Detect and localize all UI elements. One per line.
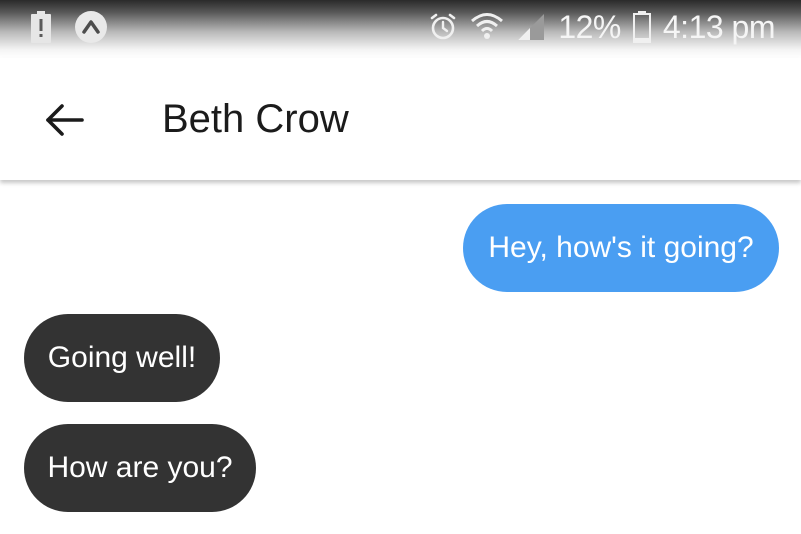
battery-icon	[632, 11, 651, 43]
back-button[interactable]	[36, 96, 92, 144]
signal-icon	[518, 14, 545, 40]
message-list[interactable]: Hey, how's it going? Going well! How are…	[0, 180, 801, 534]
battery-alert-icon	[31, 11, 51, 43]
app-bar: Beth Crow	[0, 58, 801, 180]
status-bar-left	[30, 10, 108, 44]
battery-percent: 12%	[558, 9, 621, 45]
app-notification-icon	[75, 11, 107, 43]
chat-screen: 12% 4:13 pm Beth Crow Hey, how's it goin…	[0, 0, 801, 534]
outgoing-message-bubble[interactable]: Hey, how's it going?	[463, 204, 779, 292]
alarm-icon	[431, 13, 456, 40]
incoming-message-bubble[interactable]: How are you?	[24, 424, 256, 512]
status-bar: 12% 4:13 pm	[0, 0, 801, 58]
wifi-icon	[471, 13, 504, 39]
clock-time: 4:13 pm	[662, 9, 776, 45]
incoming-message-bubble[interactable]: Going well!	[24, 314, 220, 402]
status-bar-right: 12% 4:13 pm	[428, 8, 776, 46]
contact-name-title: Beth Crow	[162, 97, 349, 141]
arrow-left-icon	[46, 104, 84, 136]
